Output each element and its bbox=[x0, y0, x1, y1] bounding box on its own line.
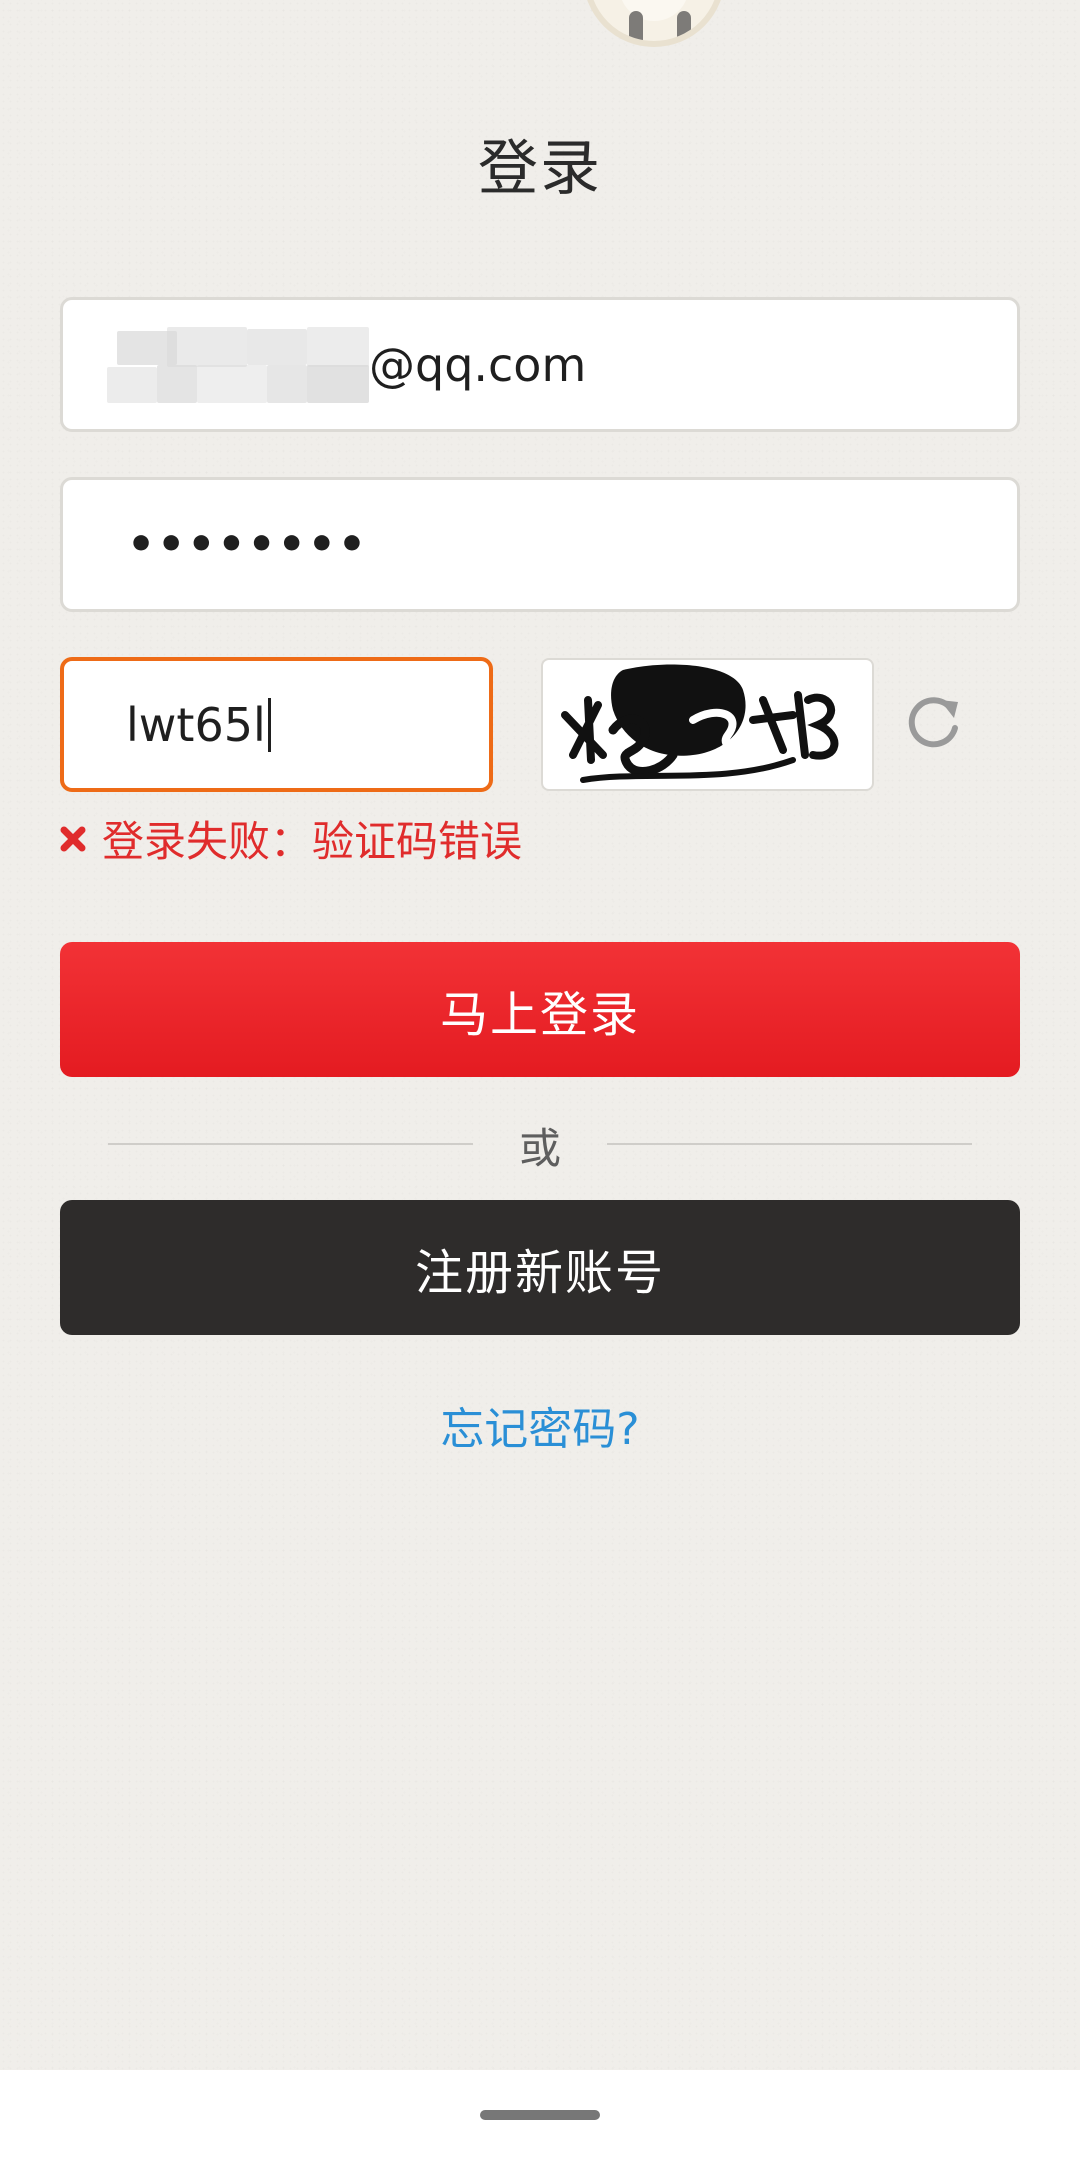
captcha-glyphs bbox=[561, 664, 839, 783]
divider-line-right bbox=[607, 1143, 972, 1145]
mascot-leg bbox=[677, 11, 691, 41]
password-value: •••••••• bbox=[127, 519, 368, 570]
redacted-username bbox=[107, 326, 369, 403]
email-suffix: @qq.com bbox=[369, 337, 587, 392]
password-field[interactable]: •••••••• bbox=[60, 477, 1020, 612]
captcha-image[interactable] bbox=[541, 658, 874, 791]
refresh-icon[interactable] bbox=[900, 686, 966, 752]
error-message-row: 登录失败：验证码错误 bbox=[58, 808, 522, 869]
home-indicator[interactable] bbox=[480, 2110, 600, 2120]
app-mascot-avatar bbox=[583, 0, 725, 47]
captcha-input[interactable]: lwt65l bbox=[60, 657, 493, 792]
forgot-password-link[interactable]: 忘记密码? bbox=[0, 1393, 1080, 1457]
divider-or: 或 bbox=[518, 1124, 561, 1173]
error-message: 登录失败：验证码错误 bbox=[102, 817, 523, 866]
page-title: 登录 bbox=[478, 134, 602, 204]
text-caret bbox=[267, 697, 271, 752]
divider-line-left bbox=[108, 1143, 473, 1145]
close-x-icon bbox=[60, 826, 86, 851]
register-button[interactable]: 注册新账号 bbox=[60, 1200, 1020, 1335]
login-button[interactable]: 马上登录 bbox=[60, 942, 1020, 1077]
captcha-input-value: lwt65l bbox=[126, 697, 266, 752]
mascot-leg bbox=[629, 11, 643, 41]
email-field[interactable]: @qq.com bbox=[60, 297, 1020, 432]
